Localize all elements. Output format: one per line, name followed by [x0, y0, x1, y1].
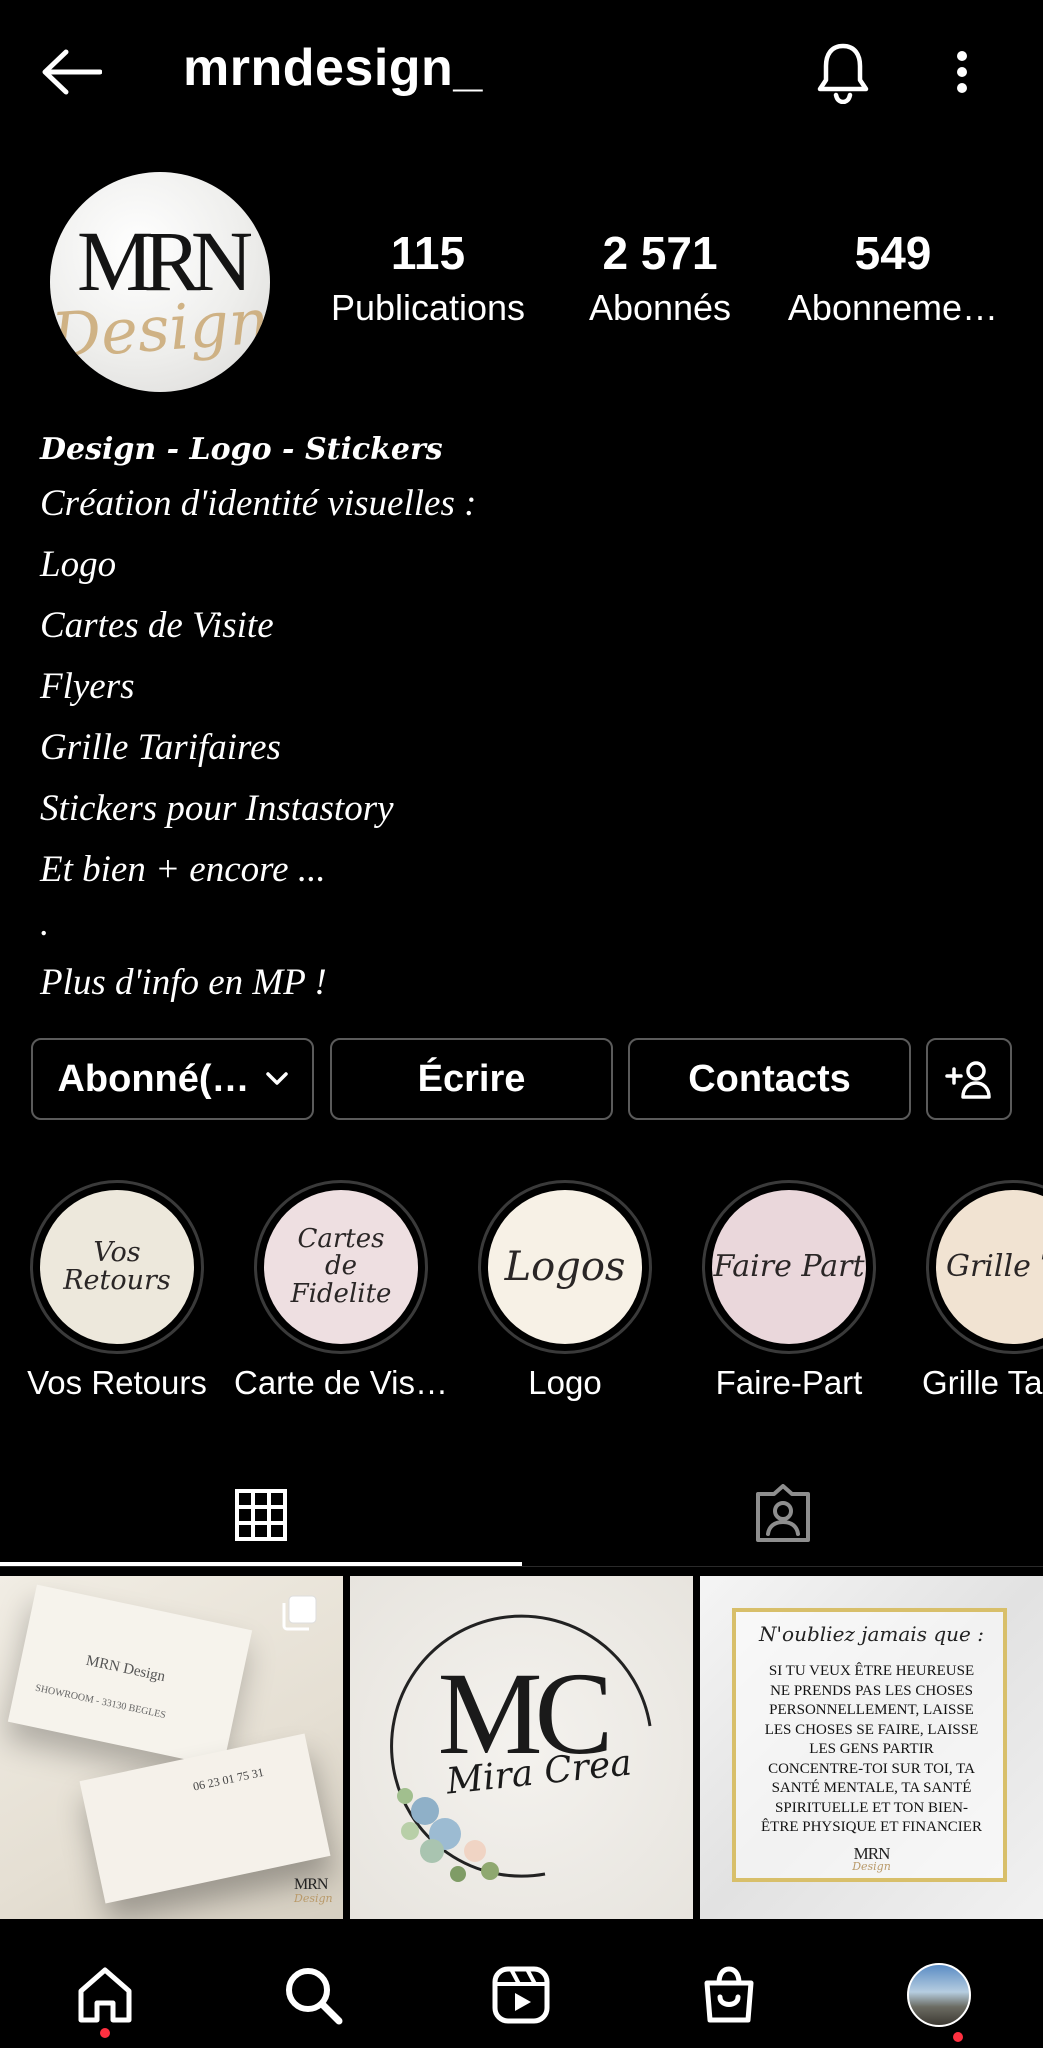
avatar-logo-script: Design — [50, 284, 270, 373]
bio-line: Flyers — [40, 666, 135, 707]
highlight-cover-text: Grille Ta — [946, 1249, 1043, 1285]
back-arrow-icon — [42, 49, 102, 95]
more-options-button[interactable] — [940, 42, 984, 102]
highlight-label: Logo — [528, 1364, 602, 1401]
highlight-vos-retours[interactable]: Vos Retours — [30, 1180, 204, 1354]
profile-username: mrndesign_ — [183, 39, 483, 97]
quote-line: SI TU VEUX ÊTRE HEUREUSE — [768, 1663, 975, 1679]
tab-divider — [0, 1566, 1043, 1567]
back-button[interactable] — [36, 42, 106, 102]
following-label: Abonné(… — [57, 1057, 250, 1100]
bio-line: Plus d'info en MP ! — [40, 962, 327, 1003]
stat-label: Abonneme… — [787, 286, 999, 328]
bio-line: Grille Tarifaires — [40, 727, 281, 768]
highlight-cover-text: Cartes de Fidelite — [290, 1224, 392, 1309]
notification-dot — [100, 2028, 110, 2038]
post-corner-script: Design — [294, 1892, 333, 1905]
tagged-icon — [756, 1484, 810, 1542]
message-label: Écrire — [417, 1057, 526, 1100]
quote-body: SI TU VEUX ÊTRE HEUREUSE NE PRENDS PAS L… — [736, 1662, 1007, 1838]
add-user-icon — [945, 1061, 991, 1099]
nav-home[interactable] — [70, 1960, 140, 2030]
post-tile[interactable]: MC Mira Crea — [350, 1576, 693, 1919]
quote-heading: N'oubliez jamais que : — [759, 1622, 984, 1646]
highlight-label: Vos Retours — [27, 1364, 207, 1401]
chevron-down-icon — [265, 1072, 288, 1085]
bio-line: Logo — [40, 544, 117, 585]
home-icon — [78, 1967, 132, 2023]
post-tile[interactable]: MRN Design SHOWROOM - 33130 BEGLES 06 23… — [0, 1576, 343, 1919]
highlight-cover: Cartes de Fidelite — [264, 1190, 418, 1344]
tab-posts-grid[interactable] — [226, 1480, 296, 1550]
highlight-cover-text: Faire Part — [713, 1249, 865, 1285]
business-card-front: 06 23 01 75 31 — [79, 1733, 331, 1904]
search-icon — [286, 1968, 343, 2025]
stat-value: 2 571 — [602, 227, 718, 279]
profile-avatar[interactable]: MRN Design — [50, 172, 270, 392]
highlight-label: Grille Ta — [922, 1364, 1043, 1401]
highlight-cover: Vos Retours — [40, 1190, 194, 1344]
stat-label: Publications — [330, 286, 526, 328]
highlight-cover: Faire Part — [712, 1190, 866, 1344]
bio-line: Cartes de Visite — [40, 605, 274, 646]
message-button[interactable]: Écrire — [330, 1038, 613, 1120]
nav-search[interactable] — [278, 1960, 348, 2030]
tab-tagged[interactable] — [748, 1478, 818, 1550]
nav-reels[interactable] — [486, 1960, 556, 2030]
nav-shop[interactable] — [694, 1960, 764, 2030]
quote-line: NE PRENDS PAS LES CHOSES — [770, 1682, 973, 1699]
bio-line: Stickers pour Instastory — [40, 788, 394, 829]
notification-dot — [953, 2032, 963, 2042]
contacts-button[interactable]: Contacts — [628, 1038, 911, 1120]
nav-profile[interactable] — [904, 1960, 974, 2030]
profile-avatar-icon — [907, 1963, 971, 2027]
following-button[interactable]: Abonné(… — [31, 1038, 314, 1120]
highlight-logo[interactable]: Logos — [478, 1180, 652, 1354]
grid-icon — [235, 1489, 287, 1541]
highlight-cover-text: Logos — [504, 1244, 626, 1290]
bio-line: Et bien + encore ... — [40, 849, 326, 890]
quote-line: SANTÉ MENTALE, TA SANTÉ — [771, 1780, 972, 1796]
quote-footer-script: Design — [852, 1860, 891, 1873]
notifications-button[interactable] — [808, 38, 878, 108]
suggest-accounts-button[interactable] — [926, 1038, 1012, 1120]
quote-line: LES GENS PARTIR — [809, 1741, 934, 1757]
highlight-grille-tarifaires[interactable]: Grille Ta — [926, 1180, 1043, 1354]
multi-post-icon — [280, 1594, 318, 1632]
shop-icon — [704, 1966, 754, 2023]
bio-headline: Design - Logo - Stickers — [40, 432, 443, 467]
stat-publications[interactable]: 115 Publications — [318, 228, 538, 331]
stat-followers[interactable]: 2 571 Abonnés — [550, 228, 770, 331]
quote-line: LES CHOSES SE FAIRE, LAISSE — [764, 1721, 979, 1738]
contacts-label: Contacts — [688, 1057, 851, 1100]
business-card-back: MRN Design SHOWROOM - 33130 BEGLES — [7, 1584, 253, 1768]
card-phone: 06 23 01 75 31 — [191, 1764, 266, 1794]
bell-icon — [817, 43, 869, 104]
stat-value: 549 — [854, 227, 932, 279]
highlight-carte-de-visite[interactable]: Cartes de Fidelite — [254, 1180, 428, 1354]
stat-label: Abonnés — [588, 286, 732, 328]
reels-icon — [492, 1966, 550, 2024]
stat-value: 115 — [390, 227, 466, 279]
card-showroom: SHOWROOM - 33130 BEGLES — [34, 1682, 167, 1722]
highlight-grille-clip: Grille Ta Grille Ta — [900, 1170, 1043, 1430]
highlight-cover: Grille Ta — [936, 1190, 1043, 1344]
highlight-faire-part[interactable]: Faire Part — [702, 1180, 876, 1354]
bio-line: Création d'identité visuelles : — [40, 483, 477, 524]
quote-line: PERSONNELLEMENT, LAISSE — [769, 1702, 974, 1718]
quote-line: ÊTRE PHYSIQUE ET FINANCIER — [761, 1819, 982, 1835]
highlight-label: Carte de Vis… — [234, 1364, 448, 1401]
highlight-cover-text: Vos Retours — [63, 1236, 171, 1296]
stat-following[interactable]: 549 Abonneme… — [783, 228, 1003, 331]
quote-line: CONCENTRE-TOI SUR TOI, TA — [768, 1760, 975, 1777]
post-tile[interactable]: N'oubliez jamais que : SI TU VEUX ÊTRE H… — [700, 1576, 1043, 1919]
highlight-cover: Logos — [488, 1190, 642, 1344]
bio-line: . — [40, 903, 50, 944]
card-logo-name: MRN Design — [84, 1652, 167, 1686]
quote-line: SPIRITUELLE ET TON BIEN- — [775, 1799, 968, 1816]
more-vertical-icon — [957, 51, 967, 93]
highlight-label: Faire-Part — [715, 1364, 863, 1401]
